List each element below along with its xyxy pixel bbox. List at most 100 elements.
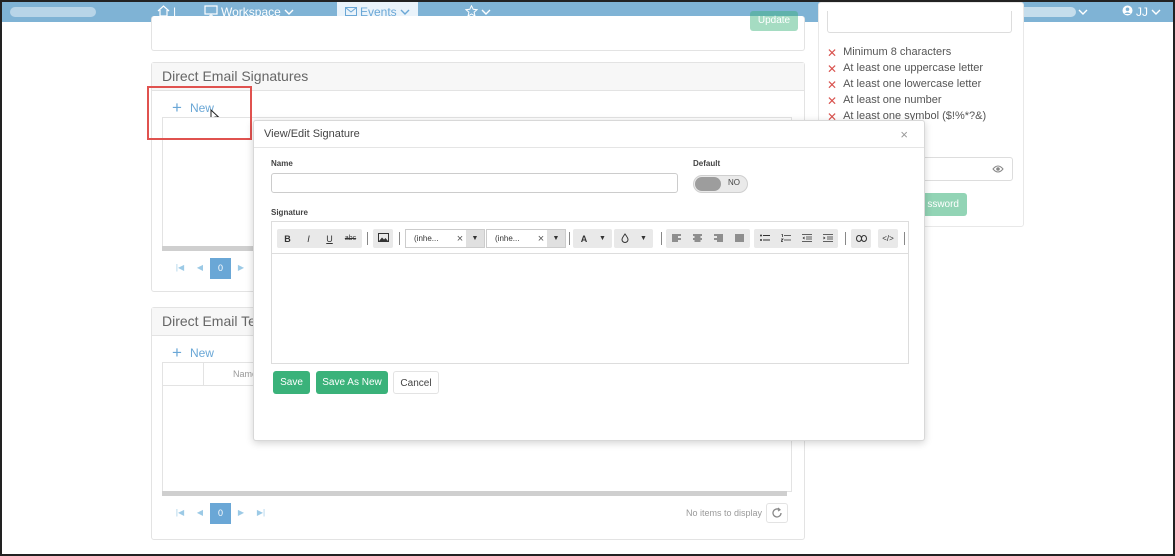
clear-icon[interactable]: × bbox=[535, 233, 547, 245]
editor-toolbar: B I U abc (inhe... × ▼ (inhe... × ▼ A ▼ … bbox=[272, 222, 908, 254]
font-size-value: (inhe... bbox=[495, 234, 520, 243]
password-rule: ✕ Minimum 8 characters bbox=[827, 46, 951, 60]
clear-icon[interactable]: × bbox=[454, 233, 466, 245]
text-format-group: B I U abc bbox=[277, 229, 362, 248]
templates-grid-scrollbar[interactable] bbox=[162, 491, 787, 496]
toggle-knob bbox=[695, 177, 721, 191]
toolbar-separator bbox=[904, 232, 905, 245]
name-label: Name bbox=[271, 159, 293, 168]
signature-editor: B I U abc (inhe... × ▼ (inhe... × ▼ A ▼ … bbox=[271, 221, 909, 364]
user-circle-icon bbox=[1122, 5, 1133, 20]
profile-panel-partial: Update bbox=[151, 11, 805, 51]
refresh-button[interactable] bbox=[766, 503, 788, 523]
prev-page-icon[interactable]: ◀ bbox=[190, 258, 210, 278]
app-window: | Workspace Events JJ Update Direct Emai… bbox=[0, 0, 1175, 556]
indent-icon[interactable] bbox=[817, 233, 838, 244]
prev-page-icon[interactable]: ◀ bbox=[190, 503, 210, 523]
default-toggle-text: NO bbox=[728, 178, 740, 187]
align-justify-icon[interactable] bbox=[729, 234, 750, 244]
refresh-icon bbox=[771, 504, 783, 522]
password-rule: ✕ At least one uppercase letter bbox=[827, 62, 983, 76]
update-button[interactable]: Update bbox=[750, 11, 798, 31]
new-template-label: New bbox=[189, 346, 214, 360]
toolbar-separator bbox=[399, 232, 400, 245]
font-family-value: (inhe... bbox=[414, 234, 439, 243]
password-rule: ✕ At least one lowercase letter bbox=[827, 78, 981, 92]
password-field-partial[interactable] bbox=[827, 11, 1012, 33]
password-rule-text: At least one lowercase letter bbox=[843, 78, 982, 90]
organization-chevron[interactable] bbox=[1078, 5, 1088, 20]
code-icon: </> bbox=[882, 234, 894, 243]
toolbar-separator bbox=[367, 232, 368, 245]
default-label: Default bbox=[693, 159, 721, 168]
chevron-down-icon bbox=[1078, 5, 1088, 20]
dialog-header: View/Edit Signature × bbox=[254, 121, 924, 148]
align-left-icon[interactable] bbox=[666, 234, 687, 244]
user-menu[interactable]: JJ bbox=[1122, 5, 1161, 20]
align-center-icon[interactable] bbox=[687, 234, 708, 244]
font-color-icon: A bbox=[580, 233, 588, 244]
current-page[interactable]: 0 bbox=[210, 502, 231, 524]
user-initials: JJ bbox=[1136, 5, 1148, 19]
close-icon[interactable]: × bbox=[900, 121, 908, 148]
dialog-title: View/Edit Signature bbox=[264, 128, 360, 140]
view-source-button[interactable]: </> bbox=[878, 229, 898, 248]
templates-pager: |◀ ◀ 0 ▶ ▶| bbox=[170, 501, 271, 525]
italic-icon[interactable]: I bbox=[298, 234, 319, 244]
font-family-select[interactable]: (inhe... × ▼ bbox=[405, 229, 485, 248]
column-divider bbox=[203, 363, 204, 385]
background-color-button[interactable]: ▼ bbox=[614, 229, 653, 248]
insert-image-button[interactable] bbox=[373, 229, 393, 248]
signatures-pager: |◀ ◀ 0 ▶ bbox=[170, 256, 251, 280]
signature-label: Signature bbox=[271, 208, 308, 217]
numbered-list-icon[interactable] bbox=[775, 233, 796, 244]
list-indent-group bbox=[754, 229, 838, 248]
password-rule: ✕ At least one number bbox=[827, 94, 942, 108]
current-page[interactable]: 0 bbox=[210, 257, 231, 279]
brand-logo[interactable] bbox=[10, 7, 96, 17]
first-page-icon[interactable]: |◀ bbox=[170, 503, 190, 523]
x-icon: ✕ bbox=[827, 62, 838, 76]
image-icon bbox=[373, 233, 393, 244]
chevron-down-icon bbox=[1151, 5, 1161, 20]
password-rule-text: At least one uppercase letter bbox=[843, 62, 984, 74]
default-toggle[interactable]: NO bbox=[693, 175, 748, 193]
next-page-icon[interactable]: ▶ bbox=[231, 258, 251, 278]
plus-icon: + bbox=[172, 343, 182, 362]
paint-drop-icon bbox=[614, 232, 636, 245]
eye-icon[interactable] bbox=[992, 163, 1004, 177]
align-right-icon[interactable] bbox=[708, 234, 729, 244]
dropdown-arrow-icon[interactable]: ▼ bbox=[547, 230, 565, 247]
strikethrough-icon[interactable]: abc bbox=[340, 235, 361, 242]
toolbar-separator bbox=[569, 232, 570, 245]
name-input[interactable] bbox=[271, 173, 678, 193]
underline-icon[interactable]: U bbox=[319, 234, 340, 244]
alignment-group bbox=[666, 229, 750, 248]
last-page-icon[interactable]: ▶| bbox=[251, 503, 271, 523]
font-size-select[interactable]: (inhe... × ▼ bbox=[486, 229, 566, 248]
toolbar-separator bbox=[661, 232, 662, 245]
x-icon: ✕ bbox=[827, 94, 838, 108]
password-rule-text: At least one number bbox=[843, 94, 942, 106]
insert-link-button[interactable] bbox=[851, 229, 871, 248]
dropdown-arrow-icon: ▼ bbox=[599, 235, 606, 242]
link-icon bbox=[851, 234, 871, 244]
signature-content-area[interactable] bbox=[272, 255, 908, 363]
password-rule-text: Minimum 8 characters bbox=[843, 46, 952, 58]
save-button[interactable]: Save bbox=[273, 371, 310, 394]
x-icon: ✕ bbox=[827, 78, 838, 92]
first-page-icon[interactable]: |◀ bbox=[170, 258, 190, 278]
next-page-icon[interactable]: ▶ bbox=[231, 503, 251, 523]
edit-signature-dialog: View/Edit Signature × Name Default NO Si… bbox=[253, 120, 925, 441]
dropdown-arrow-icon[interactable]: ▼ bbox=[466, 230, 484, 247]
font-color-button[interactable]: A ▼ bbox=[573, 229, 612, 248]
save-as-new-button[interactable]: Save As New bbox=[316, 371, 388, 394]
new-template-link[interactable]: + New bbox=[172, 343, 214, 362]
bulleted-list-icon[interactable] bbox=[754, 234, 775, 244]
cancel-button[interactable]: Cancel bbox=[393, 371, 439, 394]
x-icon: ✕ bbox=[827, 46, 838, 60]
annotation-highlight-box bbox=[147, 86, 252, 140]
dropdown-arrow-icon: ▼ bbox=[640, 235, 647, 242]
outdent-icon[interactable] bbox=[796, 233, 817, 244]
bold-icon[interactable]: B bbox=[277, 234, 298, 244]
